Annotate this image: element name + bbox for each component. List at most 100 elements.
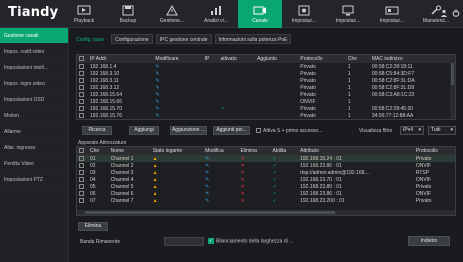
add-button[interactable]: Aggiungi: [129, 126, 159, 135]
check-icon[interactable]: ✓: [273, 163, 277, 169]
column-header[interactable]: Stato legame: [150, 147, 204, 155]
column-header[interactable]: Che: [345, 55, 370, 63]
delete-x-icon[interactable]: ✕: [241, 184, 245, 190]
row-checkbox[interactable]: [79, 98, 84, 104]
nav-alarm-management[interactable]: Gestione...: [150, 0, 194, 28]
column-header[interactable]: Modifica: [203, 147, 239, 155]
bandwidth-balance-option[interactable]: ✓ Bilanciamento della larghezza di ...: [208, 238, 293, 244]
table-row[interactable]: 05 Channel 5 ▲ ✎ ✕ ✓ 192.168.23.80 : 01 Privato: [77, 183, 455, 190]
edit-pencil-icon[interactable]: ✎: [155, 78, 159, 84]
ip-version-select[interactable]: IPv4 ▾: [400, 126, 424, 135]
table-row[interactable]: 192.168.15.66 ✎ ONVIF 1: [77, 98, 455, 105]
column-header[interactable]: Che: [88, 147, 109, 155]
row-checkbox[interactable]: [79, 190, 84, 196]
table-row[interactable]: 192.168.15.70 ✎ ✓ Privato 1 00:58:C2:28:45:20: [77, 105, 455, 112]
row-checkbox[interactable]: [79, 197, 84, 203]
nav-video-analytics[interactable]: Analisi vi...: [194, 0, 238, 28]
sidebar-item-ptz[interactable]: Impostazioni PTZ: [0, 172, 68, 188]
edit-pencil-icon[interactable]: ✎: [205, 191, 209, 197]
add-more-button[interactable]: Aggiunzione ...: [170, 126, 207, 135]
edit-pencil-icon[interactable]: ✎: [155, 71, 159, 77]
table-row[interactable]: 02 Channel 2 ▲ ✎ ✕ ✓ 192.168.23.86 : 01 ONVIF: [77, 162, 455, 169]
nav-network-settings[interactable]: Impostaz...: [326, 0, 370, 28]
add-by-button[interactable]: Aggiunti per...: [213, 126, 250, 135]
tab-configuration[interactable]: Configurazione: [111, 34, 153, 44]
activate-first-access[interactable]: Attiva S + primo accesso...: [256, 128, 322, 134]
check-icon[interactable]: ✓: [273, 198, 277, 204]
check-icon[interactable]: ✓: [273, 191, 277, 197]
row-checkbox[interactable]: [79, 105, 84, 111]
edit-pencil-icon[interactable]: ✎: [205, 198, 209, 204]
power-icon[interactable]: [452, 9, 460, 17]
row-checkbox[interactable]: [79, 176, 84, 182]
delete-x-icon[interactable]: ✕: [241, 177, 245, 183]
nav-channel[interactable]: Canale: [238, 0, 282, 28]
user-icon[interactable]: [440, 9, 448, 17]
row-checkbox[interactable]: [79, 91, 84, 97]
channel-table-h-scrollbar[interactable]: [77, 210, 455, 215]
sidebar-item-osd[interactable]: Impostazioni OSD: [0, 92, 68, 108]
nav-backup[interactable]: Backup: [106, 0, 150, 28]
table-row[interactable]: 07 Channel 7 ▲ ✎ ✕ ✓ 192.168.23.200 : 01 Privat…: [77, 197, 455, 204]
column-header[interactable]: IP Addr: [88, 55, 154, 63]
column-header[interactable]: Abilita: [270, 147, 299, 155]
table-row[interactable]: 192.168.15.76 ✎ Privato 1 34:56:77:12:88:AA: [77, 112, 455, 119]
delete-x-icon[interactable]: ✕: [241, 163, 245, 169]
edit-pencil-icon[interactable]: ✎: [155, 106, 159, 112]
sidebar-item-video-encoding[interactable]: Impos. codif.video: [0, 44, 68, 60]
edit-pencil-icon[interactable]: ✎: [205, 170, 209, 176]
column-header[interactable]: Aggiunto: [255, 55, 299, 63]
column-header[interactable]: attivato: [218, 55, 256, 63]
column-header[interactable]: Attributo: [298, 147, 414, 155]
sidebar-item-video-loss[interactable]: Perdita Video: [0, 156, 68, 172]
table-row[interactable]: 03 Channel 3 ▲ ✎ ✕ ✓ rtsp://admin:admin@192.16…: [77, 169, 455, 176]
sidebar-item-alarm-input[interactable]: Allar. ingresso: [0, 140, 68, 156]
edit-pencil-icon[interactable]: ✎: [205, 184, 209, 190]
column-header[interactable]: Modificare: [153, 55, 203, 63]
column-header[interactable]: Protocollo: [298, 55, 346, 63]
check-icon[interactable]: ✓: [273, 156, 277, 162]
row-checkbox[interactable]: [79, 169, 84, 175]
back-button[interactable]: Indietro: [408, 236, 450, 246]
tab-ipc-central[interactable]: IPC gestione centrale: [155, 34, 212, 44]
row-checkbox[interactable]: [79, 84, 84, 90]
sidebar-item-video-input[interactable]: Impos. ingre.video: [0, 76, 68, 92]
row-checkbox[interactable]: [79, 112, 84, 118]
sidebar-item-alarm[interactable]: Allarme: [0, 124, 68, 140]
check-icon[interactable]: ✓: [273, 170, 277, 176]
delete-button[interactable]: Elimina: [78, 222, 108, 231]
delete-x-icon[interactable]: ✕: [241, 191, 245, 197]
edit-pencil-icon[interactable]: ✎: [155, 92, 159, 98]
activate-checkbox[interactable]: [256, 128, 261, 134]
tab-basic-config[interactable]: Config. base: [72, 34, 108, 44]
sidebar-item-channel-management[interactable]: Gestione canali: [0, 28, 68, 44]
sidebar-item-motion[interactable]: Motion: [0, 108, 68, 124]
edit-pencil-icon[interactable]: ✎: [155, 113, 159, 119]
table-row[interactable]: 04 Channel 4 ▲ ✎ ✕ ✓ 192.168.23.70 : 01 ONVIF: [77, 176, 455, 183]
delete-x-icon[interactable]: ✕: [241, 170, 245, 176]
table-row[interactable]: 192.168.1.4 ✎ Privato 1 00:58:C2:28:18:11: [77, 63, 455, 70]
table-row[interactable]: 192.168.3.10 ✎ Privato 1 00:58:C5:84:3D:F7: [77, 70, 455, 77]
check-icon[interactable]: ✓: [273, 184, 277, 190]
row-checkbox[interactable]: [79, 77, 84, 83]
edit-pencil-icon[interactable]: ✎: [205, 163, 209, 169]
column-header[interactable]: MAC indirizzo: [369, 55, 455, 63]
tab-poe-info[interactable]: Informazioni sulla potenza PoE: [214, 34, 292, 44]
filter-all-select[interactable]: Tutti ▾: [428, 126, 456, 135]
delete-x-icon[interactable]: ✕: [241, 156, 245, 162]
nav-record-settings[interactable]: Impostaz...: [282, 0, 326, 28]
search-button[interactable]: Ricerca: [82, 126, 112, 135]
select-all-checkbox[interactable]: [79, 56, 84, 62]
column-header[interactable]: Elimina: [238, 147, 271, 155]
device-table-scrollbar[interactable]: [450, 55, 455, 119]
table-row[interactable]: 192.168.3.11 ✎ Privato 1 00:58:C2:8F:3L:DA: [77, 77, 455, 84]
table-row[interactable]: 01 Channel 1 ▲ ✎ ✕ ✓ 192.168.15.24 : 01 Privato: [77, 155, 455, 162]
sidebar-item-intelligent-settings[interactable]: Impostazioni intell...: [0, 60, 68, 76]
column-header[interactable]: IP: [202, 55, 219, 63]
table-row[interactable]: 192.168.15.64 ✎ Privato 1 00:58:C3:A8:1C:22: [77, 91, 455, 98]
table-row[interactable]: 06 Channel 6 ▲ ✎ ✕ ✓ 192.168.23.86 : 01 ONVIF: [77, 190, 455, 197]
row-checkbox[interactable]: [79, 70, 84, 76]
edit-pencil-icon[interactable]: ✎: [155, 64, 159, 70]
row-checkbox[interactable]: [79, 183, 84, 189]
select-all-checkbox[interactable]: [79, 148, 84, 154]
